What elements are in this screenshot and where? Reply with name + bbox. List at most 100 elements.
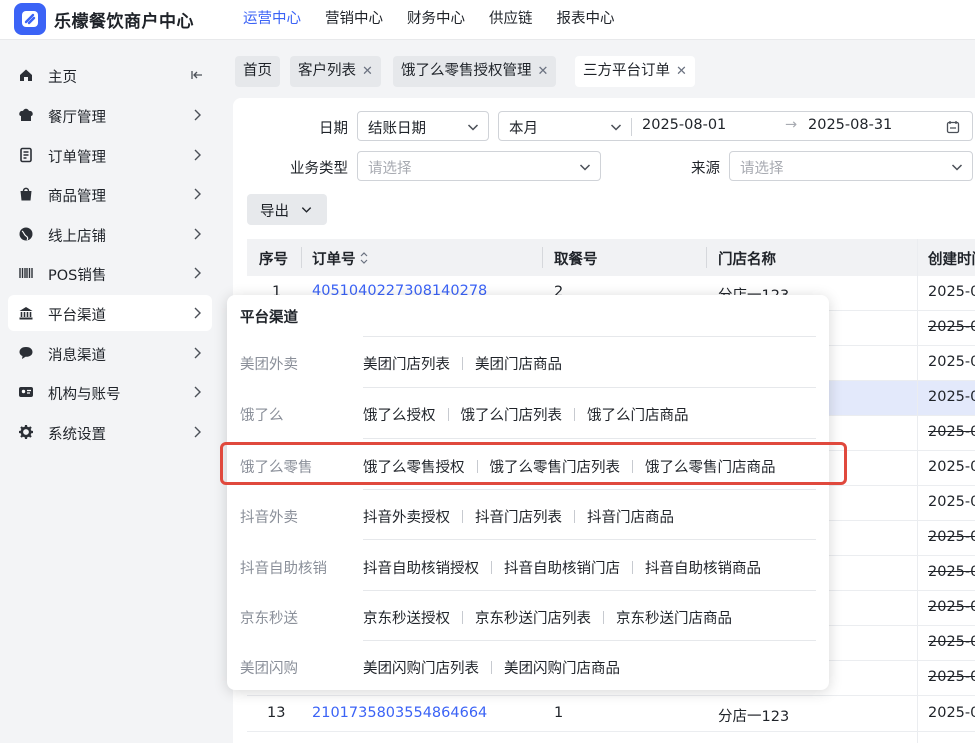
menu-group-label: 京东秒送 [240, 611, 298, 627]
close-icon[interactable]: ✕ [676, 56, 687, 87]
menu-link-meituan-store-list[interactable]: 美团门店列表 [363, 357, 450, 373]
menu-group-label: 抖音自助核销 [240, 561, 327, 577]
top-bar: 乐檬餐饮商户中心 运营中心 营销中心 财务中心 供应链 报表中心 [0, 0, 975, 40]
tab-eleme-retail-auth[interactable]: 饿了么零售授权管理 ✕ [393, 56, 557, 87]
menu-group-label: 饿了么 [240, 408, 284, 424]
menu-link-douyin-store-products[interactable]: 抖音门店商品 [587, 510, 674, 526]
col-pickup-no: 取餐号 [554, 252, 598, 268]
menu-link-meituan-store-products[interactable]: 美团门店商品 [475, 357, 562, 373]
menu-group-douyin-takeout: 抖音外卖 抖音外卖授权 抖音门店列表 抖音门店商品 [227, 490, 829, 540]
menu-link-douyin-takeout-auth[interactable]: 抖音外卖授权 [363, 510, 450, 526]
menu-link-douyin-verify-auth[interactable]: 抖音自助核销授权 [363, 561, 479, 577]
cell-created: 2025-0 [928, 459, 975, 475]
date-range-picker[interactable]: 本月 2025-08-01 → 2025-08-31 [498, 111, 973, 141]
menu-link-jd-store-list[interactable]: 京东秒送门店列表 [475, 611, 591, 627]
divider [363, 438, 816, 439]
barcode-icon [19, 268, 33, 278]
tab-third-party-orders[interactable]: 三方平台订单 ✕ [575, 56, 695, 87]
sidebar: 主页 餐厅管理 订单管理 商品管理 线上店铺 POS销售 平台渠道 消息渠道 机 [0, 40, 222, 743]
topnav-item-supply-chain[interactable]: 供应链 [489, 0, 533, 38]
source-select[interactable]: 请选择 [729, 151, 973, 181]
date-end-input[interactable]: 2025-08-31 [808, 117, 892, 133]
menu-link-douyin-verify-store[interactable]: 抖音自助核销门店 [504, 561, 620, 577]
cell-created: 2025-0 [928, 284, 975, 300]
menu-link-eleme-auth[interactable]: 饿了么授权 [363, 408, 436, 424]
globe-icon [19, 227, 33, 241]
chevron-down-icon [579, 164, 591, 171]
sidebar-item-platform-channel[interactable]: 平台渠道 [8, 295, 212, 331]
menu-link-eleme-store-products[interactable]: 饿了么门店商品 [587, 408, 689, 424]
separator [491, 561, 492, 574]
chevron-right-icon [194, 426, 201, 438]
menu-link-meituan-flash-store-products[interactable]: 美团闪购门店商品 [504, 661, 620, 677]
calendar-icon[interactable] [946, 120, 960, 134]
chevron-right-icon [194, 109, 201, 121]
tab-label: 客户列表 [298, 63, 356, 79]
col-created-time: 创建时间 [928, 252, 975, 268]
topnav-item-reports[interactable]: 报表中心 [557, 0, 615, 38]
sidebar-item-restaurant[interactable]: 餐厅管理 [8, 97, 212, 133]
sidebar-item-message-channel[interactable]: 消息渠道 [8, 335, 212, 371]
sidebar-item-orders[interactable]: 订单管理 [8, 137, 212, 173]
chat-icon [19, 347, 33, 359]
menu-link-eleme-store-list[interactable]: 饿了么门店列表 [461, 408, 563, 424]
sidebar-item-online-store[interactable]: 线上店铺 [8, 216, 212, 252]
cell-created: 2025-0 [928, 669, 975, 685]
sidebar-item-products[interactable]: 商品管理 [8, 176, 212, 212]
bank-icon [19, 307, 33, 320]
table-row[interactable]: 13 2101735803554864664 1 分店一123 2025-0 [247, 697, 975, 732]
menu-link-meituan-flash-store-list[interactable]: 美团闪购门店列表 [363, 661, 479, 677]
topnav-item-marketing[interactable]: 营销中心 [325, 0, 383, 38]
menu-link-jd-store-products[interactable]: 京东秒送门店商品 [616, 611, 732, 627]
sidebar-item-label: 系统设置 [48, 427, 106, 443]
separator [632, 561, 633, 574]
cell-created: 2025-0 [928, 354, 975, 370]
cell-pickup: 1 [554, 705, 564, 721]
sidebar-item-home[interactable]: 主页 [8, 57, 212, 93]
collapse-sidebar-icon[interactable] [190, 68, 204, 82]
separator [447, 408, 449, 421]
menu-link-jd-auth[interactable]: 京东秒送授权 [363, 611, 450, 627]
app-title: 乐檬餐饮商户中心 [54, 12, 194, 32]
cell-created: 2025-0 [928, 494, 975, 510]
date-type-select[interactable]: 结账日期 [357, 111, 489, 141]
sidebar-item-label: POS销售 [48, 268, 107, 284]
sidebar-item-label: 消息渠道 [48, 348, 106, 364]
chevron-right-icon [194, 228, 201, 240]
export-button[interactable]: 导出 [247, 194, 327, 225]
sidebar-item-label: 商品管理 [48, 189, 106, 205]
topnav-item-finance[interactable]: 财务中心 [407, 0, 465, 38]
menu-link-douyin-verify-products[interactable]: 抖音自助核销商品 [645, 561, 761, 577]
sidebar-item-label: 机构与账号 [48, 387, 121, 403]
date-start-input[interactable]: 2025-08-01 [642, 117, 726, 133]
chevron-down-icon [467, 124, 479, 131]
tab-customer-list[interactable]: 客户列表 ✕ [290, 56, 381, 87]
close-icon[interactable]: ✕ [362, 56, 373, 87]
date-label: 日期 [319, 121, 348, 137]
sidebar-item-system-settings[interactable]: 系统设置 [8, 414, 212, 450]
separator [574, 510, 575, 523]
bag-icon [20, 187, 32, 201]
cell-created: 2025-0 [928, 389, 975, 405]
sidebar-item-pos-sales[interactable]: POS销售 [8, 255, 212, 291]
order-icon [20, 147, 32, 163]
column-divider [917, 239, 918, 743]
topnav-item-operations[interactable]: 运营中心 [243, 0, 301, 38]
biz-type-label: 业务类型 [290, 161, 348, 177]
biz-type-select[interactable]: 请选择 [357, 151, 601, 181]
highlight-box [220, 442, 847, 485]
chevron-right-icon [194, 188, 201, 200]
order-link[interactable]: 2101735803554864664 [312, 705, 487, 721]
tab-home[interactable]: 首页 [235, 56, 280, 87]
sidebar-item-org-accounts[interactable]: 机构与账号 [8, 374, 212, 410]
menu-group-meituan-flash: 美团闪购 美团闪购门店列表 美团闪购门店商品 [227, 641, 829, 691]
sort-icon[interactable] [359, 251, 369, 265]
cell-created: 2025-0 [928, 564, 975, 580]
col-order-no[interactable]: 订单号 [312, 248, 356, 269]
cell-store: 分店一123 [718, 709, 790, 725]
close-icon[interactable]: ✕ [538, 56, 549, 87]
chevron-right-icon [194, 386, 201, 398]
menu-link-douyin-store-list[interactable]: 抖音门店列表 [475, 510, 562, 526]
chevron-right-icon [194, 347, 201, 359]
chevron-down-icon[interactable] [609, 120, 623, 134]
